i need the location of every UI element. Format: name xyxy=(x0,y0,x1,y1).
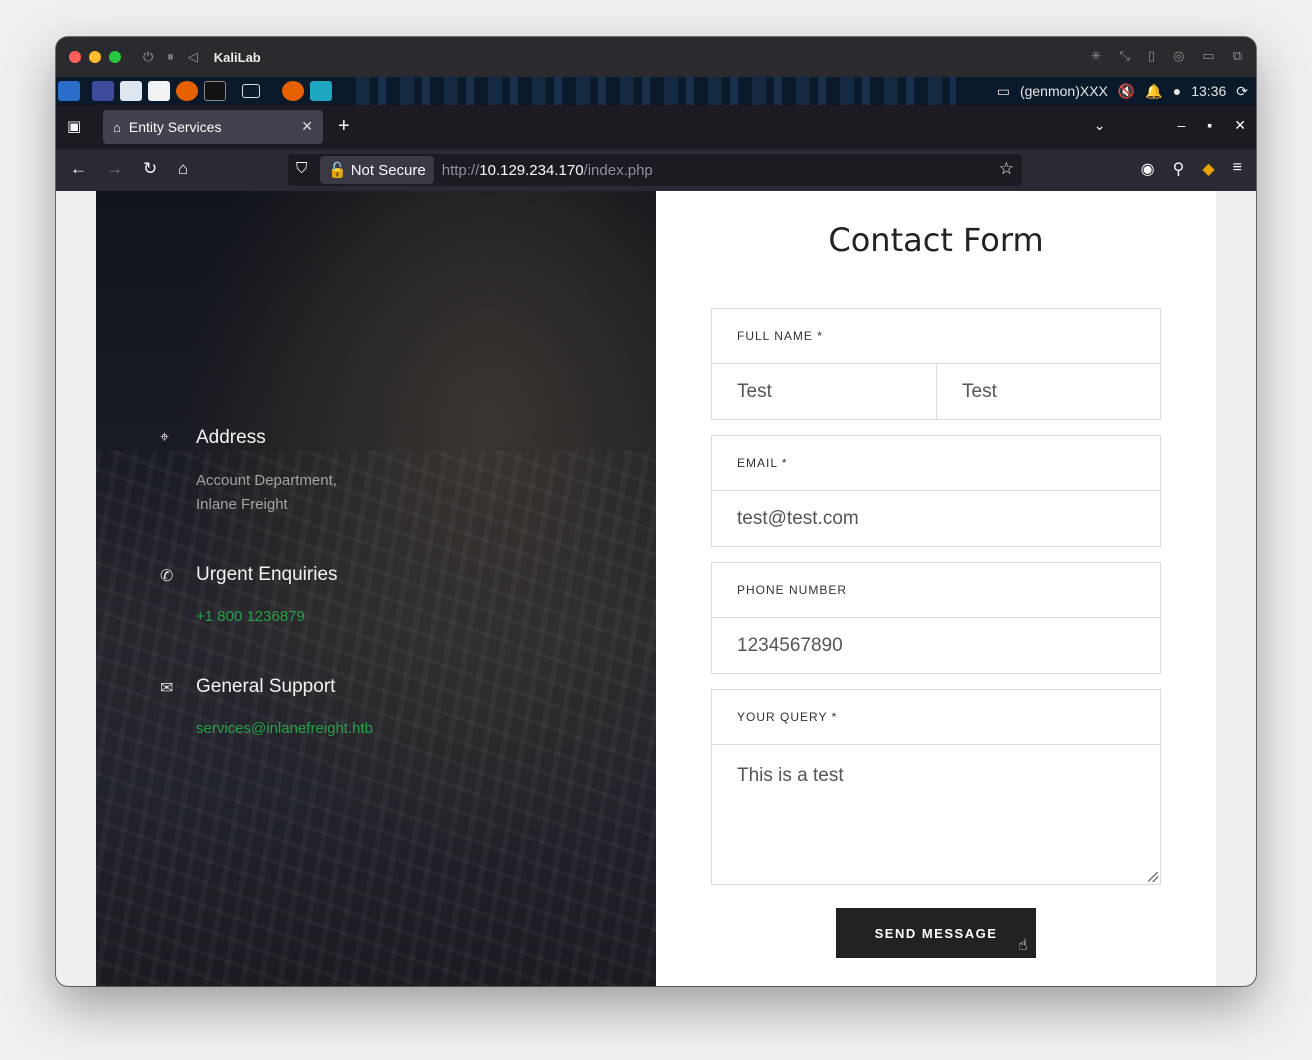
account-icon[interactable]: ◉ xyxy=(1141,159,1155,179)
browser-tab-bar: ▣ ⌂ Entity Services ✕ + ⌄ – ▪ ✕ xyxy=(56,105,1256,149)
refresh-session-icon[interactable]: ⟳ xyxy=(1236,83,1248,100)
full-name-field: FULL NAME * Test Test xyxy=(711,308,1161,420)
minimize-dot[interactable] xyxy=(89,51,101,63)
last-name-input[interactable]: Test xyxy=(936,364,1160,419)
lock-warning-icon: 🔓 xyxy=(328,162,347,179)
settings-icon[interactable]: ◎ xyxy=(1173,48,1184,64)
shield-icon[interactable]: ⛉ xyxy=(296,160,307,177)
close-dot[interactable] xyxy=(69,51,81,63)
home-icon[interactable]: ⌂ xyxy=(178,159,188,179)
back-icon[interactable]: ← xyxy=(70,159,87,179)
email-field: EMAIL * test@test.com xyxy=(711,435,1161,547)
tab-title: Entity Services xyxy=(128,119,222,135)
burp-task-icon[interactable] xyxy=(310,81,332,101)
query-textarea[interactable]: This is a test xyxy=(712,745,1160,884)
address-line2: Inlane Freight xyxy=(196,496,288,513)
mute-icon[interactable]: 🔇 xyxy=(1118,83,1135,100)
power-icon[interactable]: ⏻ xyxy=(143,49,153,65)
menu-icon[interactable]: ≡ xyxy=(1233,159,1242,179)
page-content: ⌖ Address Account Department, Inlane Fre… xyxy=(56,191,1256,986)
resize-handle-icon[interactable] xyxy=(1148,872,1158,882)
clock: 13:36 xyxy=(1191,83,1227,99)
phone-field: PHONE NUMBER 1234567890 xyxy=(711,562,1161,674)
support-title: General Support xyxy=(196,676,336,697)
terminal-icon[interactable] xyxy=(204,81,226,101)
location-pin-icon: ⌖ xyxy=(160,429,170,446)
address-block: ⌖ Address Account Department, Inlane Fre… xyxy=(160,427,337,517)
support-block: ✉ General Support services@inlanefreight… xyxy=(160,676,373,737)
tab-list-icon[interactable]: ⌄ xyxy=(1094,117,1106,134)
usb-icon[interactable]: ▯ xyxy=(1148,48,1155,64)
maximize-icon[interactable]: ▪ xyxy=(1207,117,1212,134)
not-secure-badge[interactable]: 🔓 Not Secure xyxy=(320,156,434,184)
back-triangle-icon[interactable]: ◁ xyxy=(188,49,198,65)
hand-cursor-icon: ☝ xyxy=(1018,937,1028,954)
form-title: Contact Form xyxy=(828,221,1044,259)
first-name-input[interactable]: Test xyxy=(712,364,936,419)
urgent-block: ✆ Urgent Enquiries +1 800 1236879 xyxy=(160,564,338,625)
desktop-icon[interactable] xyxy=(92,81,114,101)
firefox-icon[interactable] xyxy=(176,81,198,101)
windows-icon[interactable]: ⧉ xyxy=(1233,48,1242,64)
minimize-icon[interactable]: – xyxy=(1178,117,1186,134)
full-name-label: FULL NAME * xyxy=(712,309,1160,364)
power-status-icon[interactable]: ● xyxy=(1173,83,1181,99)
email-label: EMAIL * xyxy=(712,436,1160,491)
urgent-title: Urgent Enquiries xyxy=(196,564,338,585)
reload-icon[interactable]: ↻ xyxy=(143,159,157,179)
firefox-task-icon[interactable] xyxy=(282,81,304,101)
workspace-icon[interactable] xyxy=(242,84,260,98)
extensions-icon[interactable]: ⚲ xyxy=(1173,159,1185,179)
phone-input[interactable]: 1234567890 xyxy=(712,618,1160,673)
contact-form: Contact Form FULL NAME * Test Test EMAIL… xyxy=(656,191,1216,986)
bookmark-star-icon[interactable]: ☆ xyxy=(999,159,1014,179)
email-link[interactable]: services@inlanefreight.htb xyxy=(196,720,373,737)
genmon-text: (genmon)XXX xyxy=(1019,83,1108,99)
pause-icon[interactable]: ⏸ xyxy=(167,49,174,65)
close-window-icon[interactable]: ✕ xyxy=(1234,117,1246,134)
query-field: YOUR QUERY * This is a test xyxy=(711,689,1161,885)
kali-menu-icon[interactable] xyxy=(58,81,80,101)
vm-window: ⏻ ⏸ ◁ KaliLab ✳ ⤡ ▯ ◎ ▭ ⧉ ▭ (genmon)XXX … xyxy=(56,37,1256,986)
envelope-icon: ✉ xyxy=(160,680,174,697)
zoom-dot[interactable] xyxy=(109,51,121,63)
address-title: Address xyxy=(196,427,266,448)
vm-title-bar: ⏻ ⏸ ◁ KaliLab ✳ ⤡ ▯ ◎ ▭ ⧉ xyxy=(56,37,1256,77)
address-line1: Account Department, xyxy=(196,472,337,489)
resize-icon[interactable]: ⤡ xyxy=(1120,48,1130,64)
url-text[interactable]: http://10.129.234.170/index.php xyxy=(442,162,653,179)
folder-icon[interactable]: ▭ xyxy=(1202,48,1214,64)
address-bar[interactable]: ⛉ 🔓 Not Secure http://10.129.234.170/ind… xyxy=(288,154,1022,186)
close-tab-icon[interactable]: ✕ xyxy=(301,118,313,135)
brightness-icon[interactable]: ✳ xyxy=(1091,48,1102,64)
tab-entity-services[interactable]: ⌂ Entity Services ✕ xyxy=(103,110,323,144)
contact-info-panel: ⌖ Address Account Department, Inlane Fre… xyxy=(96,191,656,986)
send-message-button[interactable]: SEND MESSAGE xyxy=(836,908,1036,958)
monitor-icon: ▭ xyxy=(996,82,1010,99)
phone-icon: ✆ xyxy=(160,568,174,585)
kali-panel: ▭ (genmon)XXX 🔇 🔔 ● 13:36 ⟳ xyxy=(56,77,1256,105)
home-favicon-icon: ⌂ xyxy=(113,119,121,135)
tab-overview-icon[interactable]: ▣ xyxy=(67,117,81,135)
new-tab-button[interactable]: + xyxy=(338,115,350,138)
email-input[interactable]: test@test.com xyxy=(712,491,1160,546)
phone-label: PHONE NUMBER xyxy=(712,563,1160,618)
vm-title: KaliLab xyxy=(213,49,261,65)
window-controls xyxy=(69,51,121,63)
bell-icon[interactable]: 🔔 xyxy=(1145,83,1162,100)
burp-extension-icon[interactable]: ◆ xyxy=(1202,159,1214,179)
forward-icon[interactable]: → xyxy=(106,159,123,179)
phone-link[interactable]: +1 800 1236879 xyxy=(196,608,338,625)
files-icon[interactable] xyxy=(120,81,142,101)
nav-bar: ← → ↻ ⌂ ⛉ 🔓 Not Secure http://10.129.234… xyxy=(56,149,1256,191)
text-editor-icon[interactable] xyxy=(148,81,170,101)
query-label: YOUR QUERY * xyxy=(712,690,1160,745)
